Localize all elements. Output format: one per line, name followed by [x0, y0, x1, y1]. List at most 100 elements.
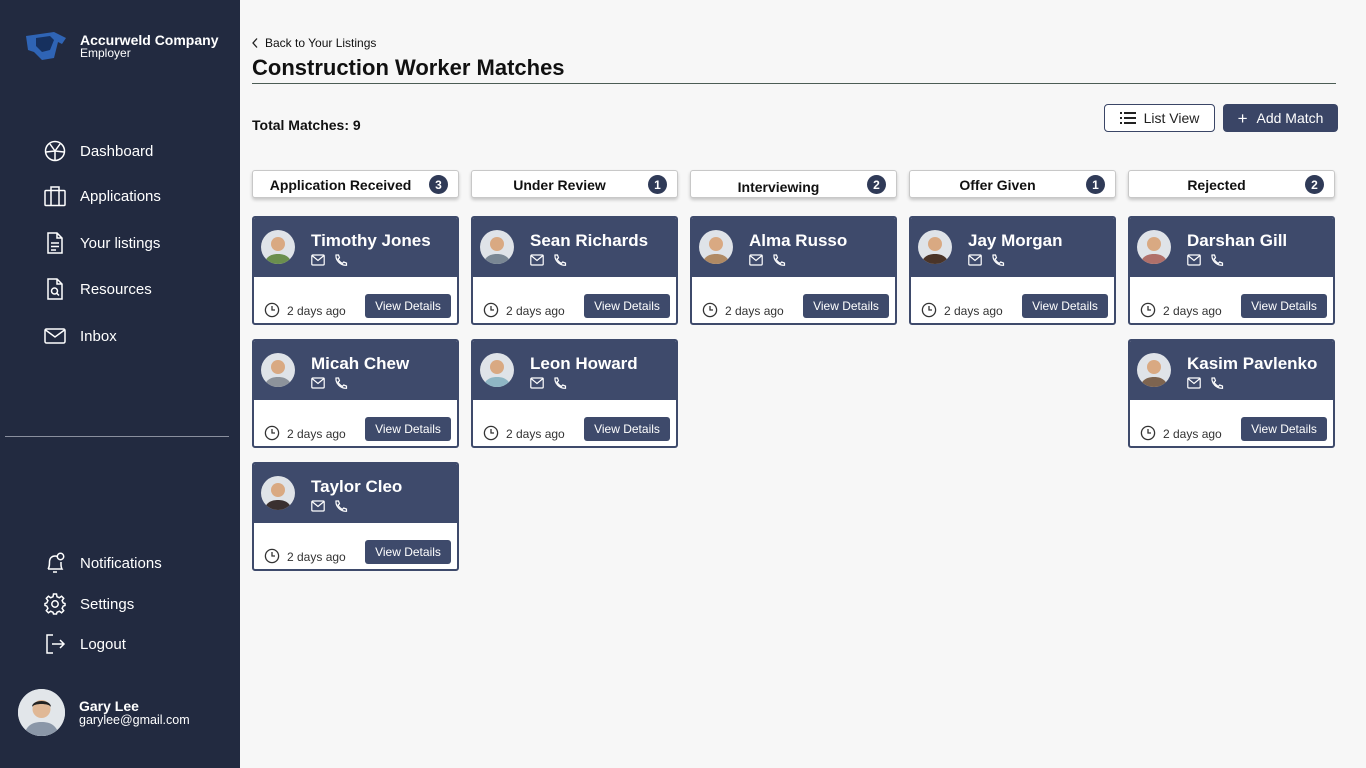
clock-icon: [264, 302, 280, 318]
candidate-name: Jay Morgan: [968, 231, 1063, 250]
view-details-button[interactable]: View Details: [1241, 417, 1327, 441]
column-interviewing[interactable]: Interviewing 2: [690, 170, 897, 198]
phone-icon[interactable]: [1210, 254, 1224, 266]
card-header: Micah Chew: [254, 341, 457, 400]
view-details-button[interactable]: View Details: [365, 540, 451, 564]
candidate-name: Kasim Pavlenko: [1187, 354, 1318, 373]
phone-icon[interactable]: [1210, 377, 1224, 389]
phone-icon[interactable]: [553, 377, 567, 389]
candidate-card[interactable]: Timothy Jones 2 days ago View Details: [252, 216, 459, 325]
dashboard-icon: [44, 140, 66, 162]
nav-logout[interactable]: Logout: [43, 630, 126, 658]
nav-inbox[interactable]: Inbox: [43, 322, 117, 350]
phone-icon[interactable]: [553, 254, 567, 266]
file-search-icon: [47, 278, 63, 300]
nav-applications[interactable]: Applications: [43, 182, 161, 210]
view-details-button[interactable]: View Details: [1022, 294, 1108, 318]
company-logo-icon: [26, 32, 66, 60]
phone-icon[interactable]: [334, 254, 348, 266]
mail-icon[interactable]: [311, 500, 325, 512]
view-details-button[interactable]: View Details: [1241, 294, 1327, 318]
nav-label: Applications: [80, 187, 161, 205]
clock-icon: [483, 302, 499, 318]
time-ago: 2 days ago: [287, 304, 346, 318]
phone-icon[interactable]: [991, 254, 1005, 266]
mail-icon[interactable]: [749, 254, 763, 266]
column-label: Offer Given: [959, 177, 1036, 193]
view-details-button[interactable]: View Details: [584, 417, 670, 441]
list-icon: [1119, 112, 1136, 124]
nav-your-listings[interactable]: Your listings: [43, 229, 160, 257]
avatar: [480, 230, 514, 264]
nav-label: Your listings: [80, 234, 161, 252]
view-details-button[interactable]: View Details: [803, 294, 889, 318]
count-badge: 2: [867, 175, 886, 194]
user-name: Gary Lee: [79, 697, 139, 714]
mail-icon[interactable]: [1187, 254, 1201, 266]
clock-icon: [702, 302, 718, 318]
column-application-received[interactable]: Application Received 3: [252, 170, 459, 198]
mail-icon: [44, 328, 66, 344]
clock-icon: [264, 425, 280, 441]
candidate-name: Taylor Cleo: [311, 477, 403, 496]
candidate-card[interactable]: Kasim Pavlenko 2 days ago View Details: [1128, 339, 1335, 448]
nav-resources[interactable]: Resources: [43, 275, 152, 303]
time-ago: 2 days ago: [287, 427, 346, 441]
candidate-card[interactable]: Leon Howard 2 days ago View Details: [471, 339, 678, 448]
nav-label: Inbox: [80, 327, 117, 345]
gear-icon: [44, 593, 66, 615]
candidate-name: Leon Howard: [530, 354, 638, 373]
sidebar: Accurweld Company Employer Dashboard App…: [0, 0, 240, 768]
candidate-name: Sean Richards: [530, 231, 649, 250]
mail-icon[interactable]: [530, 254, 544, 266]
list-view-button[interactable]: List View: [1104, 104, 1215, 132]
view-details-button[interactable]: View Details: [365, 294, 451, 318]
count-badge: 3: [429, 175, 448, 194]
document-icon: [47, 232, 63, 254]
column-under-review[interactable]: Under Review 1: [471, 170, 678, 198]
candidate-card[interactable]: Darshan Gill 2 days ago View Details: [1128, 216, 1335, 325]
column-label: Application Received: [269, 177, 412, 193]
column-rejected[interactable]: Rejected 2: [1128, 170, 1335, 198]
company-name: Accurweld Company: [80, 32, 219, 48]
company-role: Employer: [80, 46, 131, 60]
mail-icon[interactable]: [530, 377, 544, 389]
company-brand: Accurweld Company Employer: [24, 30, 218, 62]
nav-label: Dashboard: [80, 142, 154, 160]
nav-label: Settings: [80, 595, 135, 613]
user-email: garylee@gmail.com: [79, 712, 190, 727]
column-label: Under Review: [513, 177, 606, 193]
candidate-card[interactable]: Sean Richards 2 days ago View Details: [471, 216, 678, 325]
page-title: Construction Worker Matches: [252, 55, 565, 80]
nav-label: Resources: [80, 280, 152, 298]
avatar: [18, 689, 65, 736]
phone-icon[interactable]: [334, 500, 348, 512]
avatar: [1137, 230, 1171, 264]
candidate-card[interactable]: Jay Morgan 2 days ago View Details: [909, 216, 1116, 325]
view-details-button[interactable]: View Details: [584, 294, 670, 318]
user-profile[interactable]: Gary Lee garylee@gmail.com: [18, 689, 190, 736]
nav-notifications[interactable]: Notifications: [43, 549, 162, 577]
mail-icon[interactable]: [311, 254, 325, 266]
avatar: [918, 230, 952, 264]
nav-settings[interactable]: Settings: [43, 590, 134, 618]
title-divider: [252, 83, 1336, 84]
nav-dashboard[interactable]: Dashboard: [43, 137, 153, 165]
column-offer-given[interactable]: Offer Given 1: [909, 170, 1116, 198]
mail-icon[interactable]: [1187, 377, 1201, 389]
back-label: Back to Your Listings: [265, 36, 377, 50]
clock-icon: [1140, 425, 1156, 441]
phone-icon[interactable]: [772, 254, 786, 266]
mail-icon[interactable]: [968, 254, 982, 266]
mail-icon[interactable]: [311, 377, 325, 389]
candidate-card[interactable]: Micah Chew 2 days ago View Details: [252, 339, 459, 448]
candidate-card[interactable]: Alma Russo 2 days ago View Details: [690, 216, 897, 325]
view-details-button[interactable]: View Details: [365, 417, 451, 441]
add-match-button[interactable]: + Add Match: [1223, 104, 1338, 132]
candidate-card[interactable]: Taylor Cleo 2 days ago View Details: [252, 462, 459, 571]
time-ago: 2 days ago: [725, 304, 784, 318]
time-ago: 2 days ago: [1163, 427, 1222, 441]
card-header: Kasim Pavlenko: [1130, 341, 1333, 400]
phone-icon[interactable]: [334, 377, 348, 389]
back-link[interactable]: Back to Your Listings: [250, 36, 376, 50]
